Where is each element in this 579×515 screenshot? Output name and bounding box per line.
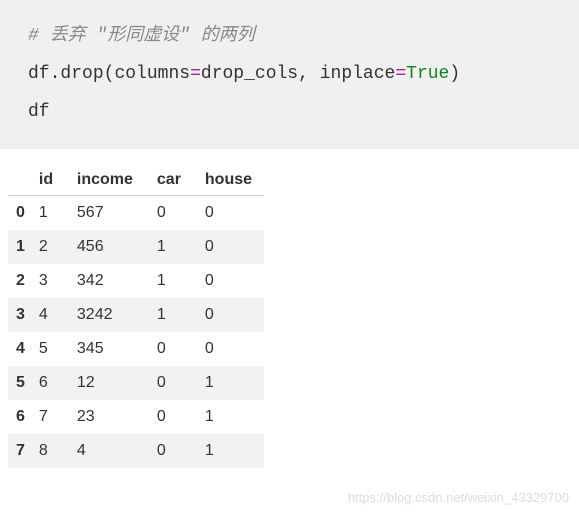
code-token: = — [395, 64, 406, 84]
cell: 456 — [73, 230, 153, 264]
table-row: 672301 — [8, 400, 264, 434]
row-index: 0 — [8, 196, 35, 231]
row-index: 1 — [8, 230, 35, 264]
cell: 8 — [35, 434, 73, 468]
code-comment: # 丢弃 "形同虚设" 的两列 — [28, 26, 255, 46]
row-index: 4 — [8, 332, 35, 366]
cell: 7 — [35, 400, 73, 434]
table-row: 2334210 — [8, 264, 264, 298]
table-row: 78401 — [8, 434, 264, 468]
column-header: income — [73, 163, 153, 196]
output-area: id income car house 01567001245610233421… — [0, 149, 579, 476]
code-token: inplace — [320, 64, 396, 84]
cell: 5 — [35, 332, 73, 366]
cell: 345 — [73, 332, 153, 366]
cell: 0 — [153, 366, 201, 400]
table-row: 1245610 — [8, 230, 264, 264]
cell: 1 — [201, 434, 264, 468]
cell: 0 — [201, 264, 264, 298]
row-index: 7 — [8, 434, 35, 468]
column-header: house — [201, 163, 264, 196]
code-token: df — [28, 64, 50, 84]
cell: 6 — [35, 366, 73, 400]
code-token: drop — [60, 64, 103, 84]
cell: 0 — [201, 332, 264, 366]
cell: 4 — [73, 434, 153, 468]
table-row: 0156700 — [8, 196, 264, 231]
cell: 1 — [201, 400, 264, 434]
code-token: ( — [104, 64, 115, 84]
code-token: True — [406, 64, 449, 84]
cell: 0 — [153, 434, 201, 468]
code-token: drop_cols — [201, 64, 298, 84]
table-row: 4534500 — [8, 332, 264, 366]
table-row: 34324210 — [8, 298, 264, 332]
cell: 4 — [35, 298, 73, 332]
code-token: df — [28, 102, 50, 122]
column-header: car — [153, 163, 201, 196]
cell: 1 — [153, 298, 201, 332]
cell: 567 — [73, 196, 153, 231]
cell: 0 — [153, 400, 201, 434]
column-header: id — [35, 163, 73, 196]
cell: 0 — [153, 332, 201, 366]
row-index: 5 — [8, 366, 35, 400]
cell: 1 — [153, 230, 201, 264]
cell: 23 — [73, 400, 153, 434]
row-index: 2 — [8, 264, 35, 298]
code-token: = — [190, 64, 201, 84]
code-cell: # 丢弃 "形同虚设" 的两列 df.drop(columns=drop_col… — [0, 0, 579, 149]
cell: 3 — [35, 264, 73, 298]
cell: 0 — [201, 196, 264, 231]
dataframe-table: id income car house 01567001245610233421… — [8, 163, 264, 468]
table-header-row: id income car house — [8, 163, 264, 196]
cell: 12 — [73, 366, 153, 400]
index-header — [8, 163, 35, 196]
watermark-text: https://blog.csdn.net/weixin_43329700 — [348, 490, 569, 505]
cell: 3242 — [73, 298, 153, 332]
code-token: columns — [114, 64, 190, 84]
cell: 0 — [201, 298, 264, 332]
cell: 2 — [35, 230, 73, 264]
cell: 1 — [35, 196, 73, 231]
code-token: ) — [449, 64, 460, 84]
row-index: 3 — [8, 298, 35, 332]
cell: 0 — [201, 230, 264, 264]
cell: 1 — [153, 264, 201, 298]
code-token: , — [298, 64, 320, 84]
row-index: 6 — [8, 400, 35, 434]
cell: 0 — [153, 196, 201, 231]
code-token: . — [50, 64, 61, 84]
cell: 342 — [73, 264, 153, 298]
cell: 1 — [201, 366, 264, 400]
table-row: 561201 — [8, 366, 264, 400]
